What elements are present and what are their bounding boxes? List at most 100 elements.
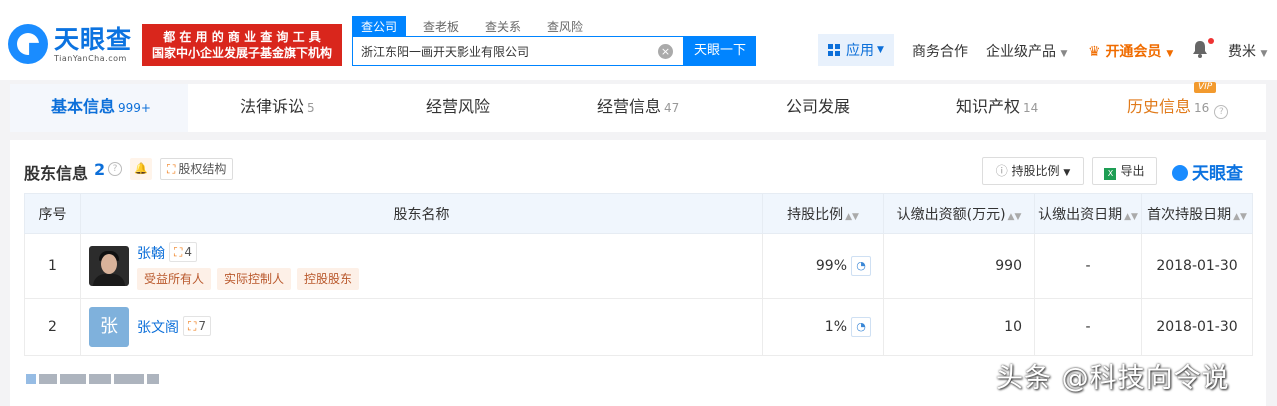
nav-enterprise-label: 企业级产品	[986, 44, 1056, 60]
search-box: ×	[352, 36, 684, 66]
relation-count: 7	[198, 319, 207, 333]
logo-eye-icon	[1172, 165, 1188, 181]
relation-icon: ⛶	[174, 245, 183, 259]
chevron-down-icon: ▼	[1063, 168, 1071, 178]
tab-company-development[interactable]: 公司发展	[786, 84, 850, 132]
nav-enterprise-products[interactable]: 企业级产品 ▼	[986, 41, 1067, 61]
blurred-footer-text	[26, 372, 166, 386]
nav-vip-label: 开通会员	[1105, 44, 1162, 60]
promo-banner[interactable]: 都 在 用 的 商 业 查 询 工 具 国家中小企业发展子基金旗下机构	[142, 24, 342, 66]
search-input[interactable]	[353, 37, 683, 65]
row-index: 1	[24, 233, 81, 299]
tab-business-risk[interactable]: 经营风险	[426, 84, 490, 132]
subscribe-date-cell: -	[1034, 233, 1142, 299]
equity-structure-button[interactable]: ⛶ 股权结构	[160, 158, 234, 180]
export-button[interactable]: X 导出	[1092, 157, 1157, 185]
search-button[interactable]: 天眼一下	[684, 36, 756, 66]
col-amount-label: 认缴出资额(万元)	[896, 206, 1006, 223]
help-icon[interactable]: ?	[1214, 105, 1229, 119]
amount-cell: 10	[883, 298, 1035, 356]
chevron-down-icon: ▼	[1260, 49, 1268, 59]
tab-label: 经营信息	[597, 97, 662, 116]
notification-dot	[1208, 38, 1214, 44]
tab-count: 14	[1023, 101, 1039, 115]
col-subscribe-date-label: 认缴出资日期	[1038, 206, 1123, 223]
ratio-cell: 99% ◔	[762, 233, 884, 299]
search-clear-icon[interactable]: ×	[658, 44, 673, 59]
ratio-filter-dropdown[interactable]: ⓘ 持股比例 ▼	[982, 157, 1084, 185]
relation-badge[interactable]: ⛶ 4	[169, 242, 198, 262]
chevron-down-icon: ▼	[1060, 49, 1068, 59]
ratio-value: 1%	[824, 319, 847, 335]
search-tab-company[interactable]: 查公司	[352, 16, 407, 37]
tab-label: 基本信息	[51, 97, 116, 116]
col-index: 序号	[24, 193, 81, 234]
structure-icon: ⛶	[167, 162, 176, 176]
col-ratio[interactable]: 持股比例 ▲▼	[762, 193, 884, 234]
tab-label: 法律诉讼	[240, 97, 305, 116]
pie-chart-icon[interactable]: ◔	[851, 317, 871, 337]
nav-user-menu[interactable]: 费米 ▼	[1228, 41, 1267, 61]
banner-line-1: 都 在 用 的 商 业 查 询 工 具	[163, 30, 321, 44]
col-subscribe-date[interactable]: 认缴出资日期 ▲▼	[1034, 193, 1142, 234]
tab-intellectual-property[interactable]: 知识产权 14	[956, 84, 1038, 132]
table-header-row: 序号 股东名称 持股比例 ▲▼ 认缴出资额(万元) ▲▼ 认缴出资日期 ▲▼ 首次持股…	[24, 193, 1253, 234]
search-type-tabs: 查公司 查老板 查关系 查风险	[352, 16, 600, 37]
apps-menu-button[interactable]: 应用 ▼	[818, 34, 894, 66]
chevron-down-icon: ▼	[1166, 49, 1174, 59]
col-first-date[interactable]: 首次持股日期 ▲▼	[1141, 193, 1253, 234]
logo-name: 天眼查	[54, 24, 133, 54]
tab-basic-info[interactable]: 基本信息 999+	[51, 84, 151, 132]
avatar[interactable]: 张	[89, 307, 129, 347]
avatar[interactable]	[89, 246, 129, 286]
tab-business-info[interactable]: 经营信息 47	[597, 84, 679, 132]
help-icon[interactable]: ?	[108, 162, 122, 176]
user-name: 费米	[1228, 44, 1256, 60]
sort-icon: ▲▼	[1233, 211, 1247, 222]
tag-controlling-shareholder: 控股股东	[297, 268, 360, 290]
sort-icon: ▲▼	[1124, 211, 1138, 222]
tab-count: 16	[1194, 101, 1210, 115]
apps-label: 应用	[846, 43, 875, 59]
section-count: 2	[94, 160, 106, 179]
first-date-cell: 2018-01-30	[1141, 233, 1253, 299]
relation-badge[interactable]: ⛶ 7	[183, 316, 212, 336]
apps-grid-icon	[828, 44, 841, 56]
chevron-down-icon: ▼	[877, 45, 884, 55]
holder-name-link[interactable]: 张文阁	[137, 317, 179, 337]
tab-count: 47	[664, 101, 680, 115]
tag-beneficial-owner: 受益所有人	[137, 268, 212, 290]
banner-line-2: 国家中小企业发展子基金旗下机构	[151, 46, 332, 60]
table-row: 1 张翰 ⛶ 4 受益所有人 实际控制人 控股股东 99% ◔ 990 - 2018…	[24, 233, 1253, 299]
subscribe-date-cell: -	[1034, 298, 1142, 356]
tianyancha-logo[interactable]: 天眼查 TianYanCha.com	[8, 24, 132, 64]
holder-name-link[interactable]: 张翰	[137, 243, 165, 263]
crown-icon: ♛	[1088, 44, 1101, 60]
section-title: 股东信息	[24, 164, 89, 183]
first-date-cell: 2018-01-30	[1141, 298, 1253, 356]
sort-icon: ▲▼	[845, 211, 859, 222]
col-amount[interactable]: 认缴出资额(万元) ▲▼	[883, 193, 1035, 234]
search-tab-relation[interactable]: 查关系	[476, 16, 530, 37]
help-icon: ⓘ	[995, 164, 1008, 178]
structure-label: 股权结构	[178, 162, 227, 176]
nav-open-vip[interactable]: ♛ 开通会员 ▼	[1088, 41, 1173, 61]
logo-eye-icon	[8, 24, 48, 64]
relation-count: 4	[184, 245, 193, 259]
bell-icon[interactable]	[1192, 40, 1208, 58]
pie-chart-icon[interactable]: ◔	[851, 256, 871, 276]
nav-business-cooperation[interactable]: 商务合作	[912, 41, 968, 61]
amount-cell: 990	[883, 233, 1035, 299]
row-index: 2	[24, 298, 81, 356]
search-tab-boss[interactable]: 查老板	[414, 16, 468, 37]
col-first-date-label: 首次持股日期	[1147, 206, 1232, 223]
col-ratio-label: 持股比例	[787, 206, 844, 223]
vip-badge: VIP	[1194, 82, 1217, 93]
export-label: 导出	[1120, 164, 1145, 178]
alert-bell-icon[interactable]: 🔔	[130, 158, 152, 180]
top-header: 天眼查 TianYanCha.com 都 在 用 的 商 业 查 询 工 具 国…	[0, 0, 1277, 80]
tab-legal[interactable]: 法律诉讼 5	[240, 84, 315, 132]
search-tab-risk[interactable]: 查风险	[538, 16, 592, 37]
ratio-cell: 1% ◔	[762, 298, 884, 356]
relation-icon: ⛶	[188, 319, 197, 333]
